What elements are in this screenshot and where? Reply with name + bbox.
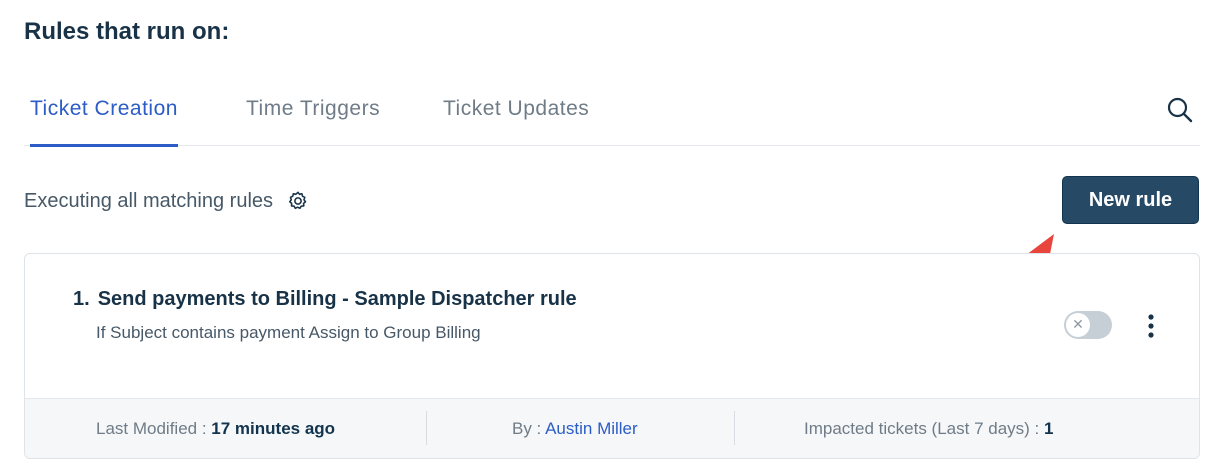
rule-description: If Subject contains payment Assign to Gr…: [96, 323, 481, 342]
rule-enabled-toggle[interactable]: ✕: [1064, 311, 1112, 339]
last-modified: Last Modified : 17 minutes ago: [96, 399, 336, 458]
impacted-tickets-label: Impacted tickets (Last 7 days) :: [804, 419, 1040, 438]
toggle-off-icon: ✕: [1066, 313, 1090, 337]
tab-time-triggers[interactable]: Time Triggers: [246, 78, 380, 146]
search-icon[interactable]: [1165, 95, 1195, 125]
gear-icon[interactable]: [287, 190, 309, 212]
rule-index: 1.: [73, 288, 90, 310]
tab-ticket-creation[interactable]: Ticket Creation: [30, 78, 178, 147]
modified-by-label: By :: [512, 419, 542, 438]
modified-by: By : Austin Miller: [512, 399, 638, 458]
more-options-icon[interactable]: [1141, 312, 1161, 340]
tab-ticket-updates[interactable]: Ticket Updates: [443, 78, 589, 146]
execution-mode: Executing all matching rules: [24, 186, 309, 216]
rules-page: Rules that run on: Ticket Creation Time …: [0, 0, 1225, 470]
last-modified-label: Last Modified :: [96, 419, 207, 438]
new-rule-button[interactable]: New rule: [1062, 176, 1199, 224]
rule-title[interactable]: 1. Send payments to Billing - Sample Dis…: [73, 288, 577, 311]
rule-card[interactable]: 1. Send payments to Billing - Sample Dis…: [24, 253, 1200, 459]
rule-name[interactable]: Send payments to Billing - Sample Dispat…: [98, 288, 577, 311]
page-title: Rules that run on:: [24, 18, 230, 45]
footer-divider: [734, 411, 735, 445]
last-modified-value: 17 minutes ago: [211, 419, 336, 438]
rule-footer: Last Modified : 17 minutes ago By : Aust…: [25, 398, 1199, 458]
author-link[interactable]: Austin Miller: [545, 419, 638, 438]
impacted-tickets: Impacted tickets (Last 7 days) : 1: [804, 399, 1054, 458]
execution-mode-label: Executing all matching rules: [24, 189, 274, 212]
rule-type-tabs: Ticket Creation Time Triggers Ticket Upd…: [24, 78, 1200, 147]
impacted-tickets-value: 1: [1044, 419, 1054, 438]
footer-divider: [426, 411, 427, 445]
